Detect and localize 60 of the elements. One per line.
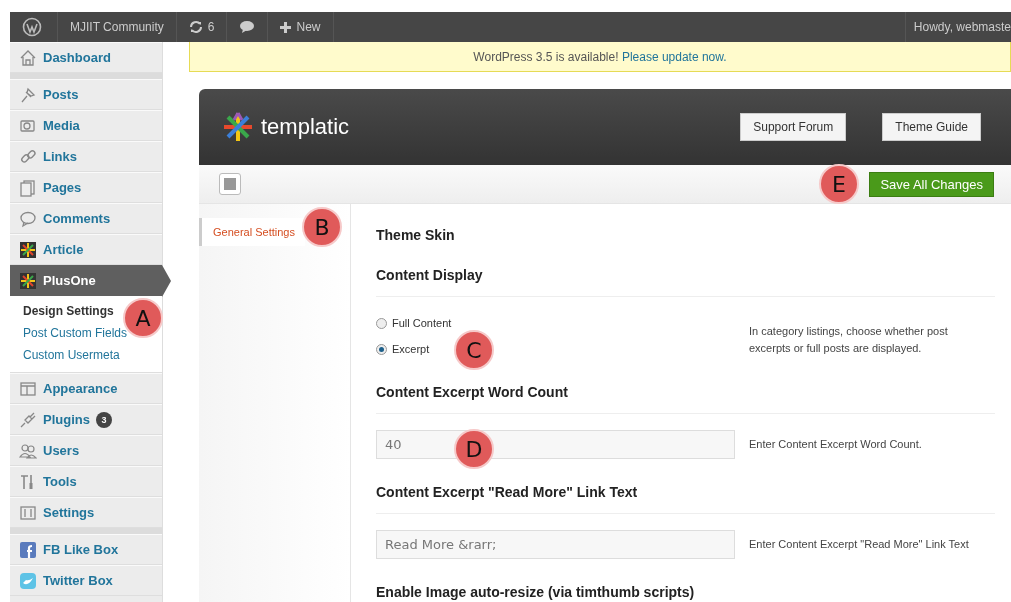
sidebar-item[interactable]: Tools bbox=[10, 466, 162, 497]
sidebar-item[interactable]: Plugins 3 bbox=[10, 404, 162, 435]
comment-bubble-icon[interactable] bbox=[239, 20, 256, 34]
callout-marker: D bbox=[454, 429, 494, 469]
save-all-changes-button[interactable]: Save All Changes bbox=[869, 171, 994, 197]
sidebar-item[interactable]: Media bbox=[10, 110, 162, 141]
help-text: Enter Content Excerpt Word Count. bbox=[749, 437, 923, 452]
speech-bubble-icon bbox=[19, 209, 37, 228]
callout-marker: C bbox=[454, 330, 494, 370]
section-heading: Content Display bbox=[376, 267, 483, 283]
sidebar-item[interactable]: Posts bbox=[10, 79, 162, 110]
layout-icon bbox=[19, 379, 37, 398]
site-name-link[interactable]: MJIIT Community bbox=[58, 12, 177, 42]
text-field[interactable]: Read More &rarr; bbox=[376, 530, 735, 559]
section-heading: Content Excerpt Word Count bbox=[376, 384, 568, 400]
update-link[interactable]: Please update now. bbox=[621, 49, 727, 64]
star-icon bbox=[19, 271, 37, 290]
settings-tab[interactable]: General Settings bbox=[199, 218, 305, 246]
help-text: In category listings, choose whether post excerpts or full posts are displayed. bbox=[749, 324, 949, 356]
users-icon bbox=[19, 441, 37, 460]
submenu-link[interactable]: Design Settings bbox=[23, 300, 114, 322]
section-heading: Theme Skin bbox=[376, 227, 455, 243]
starburst-logo-icon bbox=[221, 110, 255, 144]
home-icon bbox=[19, 48, 37, 67]
bird-icon bbox=[19, 571, 37, 590]
radio-label: Full Content bbox=[392, 317, 452, 329]
templatic-logo-text: templatic bbox=[261, 114, 350, 140]
sidebar-item[interactable]: Dashboard bbox=[10, 42, 162, 73]
plus-icon bbox=[280, 21, 292, 33]
update-count-badge: 3 bbox=[95, 411, 112, 428]
help-text: Enter Content Excerpt "Read More" Link Text bbox=[749, 537, 970, 552]
refresh-icon bbox=[188, 20, 203, 34]
header-button[interactable]: Support Forum bbox=[740, 113, 847, 141]
sidebar-item[interactable]: Links bbox=[10, 141, 162, 172]
section-heading: Content Excerpt "Read More" Link Text bbox=[376, 484, 638, 500]
submenu-link[interactable]: Post Custom Fields bbox=[23, 322, 128, 344]
pin-icon bbox=[19, 85, 37, 104]
sidebar-item[interactable]: Appearance bbox=[10, 373, 162, 404]
collapse-button[interactable] bbox=[219, 173, 241, 195]
sidebar-item[interactable]: Comments bbox=[10, 203, 162, 234]
chain-icon bbox=[19, 147, 37, 166]
sliders-icon bbox=[19, 503, 37, 522]
submenu-link[interactable]: Custom Usermeta bbox=[23, 344, 120, 366]
notice-message: WordPress 3.5 is available! Please update now. bbox=[473, 49, 727, 64]
header-button[interactable]: Theme Guide bbox=[882, 113, 981, 141]
sidebar-item[interactable]: Pages bbox=[10, 172, 162, 203]
section-heading: Enable Image auto-resize (via timthumb scripts) bbox=[376, 584, 695, 600]
plug-icon bbox=[19, 410, 37, 429]
radio-button[interactable] bbox=[376, 343, 387, 355]
facebook-icon bbox=[19, 540, 37, 559]
sidebar-item[interactable]: Twitter Box bbox=[10, 565, 162, 596]
pages-icon bbox=[19, 178, 37, 197]
sidebar-item[interactable]: Settings bbox=[10, 497, 162, 528]
radio-label: Excerpt bbox=[392, 343, 430, 355]
star-icon bbox=[19, 240, 37, 259]
sidebar-item[interactable]: FB Like Box bbox=[10, 534, 162, 565]
radio-button[interactable] bbox=[376, 317, 387, 329]
sidebar-item[interactable]: PlusOne bbox=[10, 265, 162, 296]
wordpress-logo-icon[interactable] bbox=[22, 17, 42, 37]
sidebar-item[interactable]: Users bbox=[10, 435, 162, 466]
